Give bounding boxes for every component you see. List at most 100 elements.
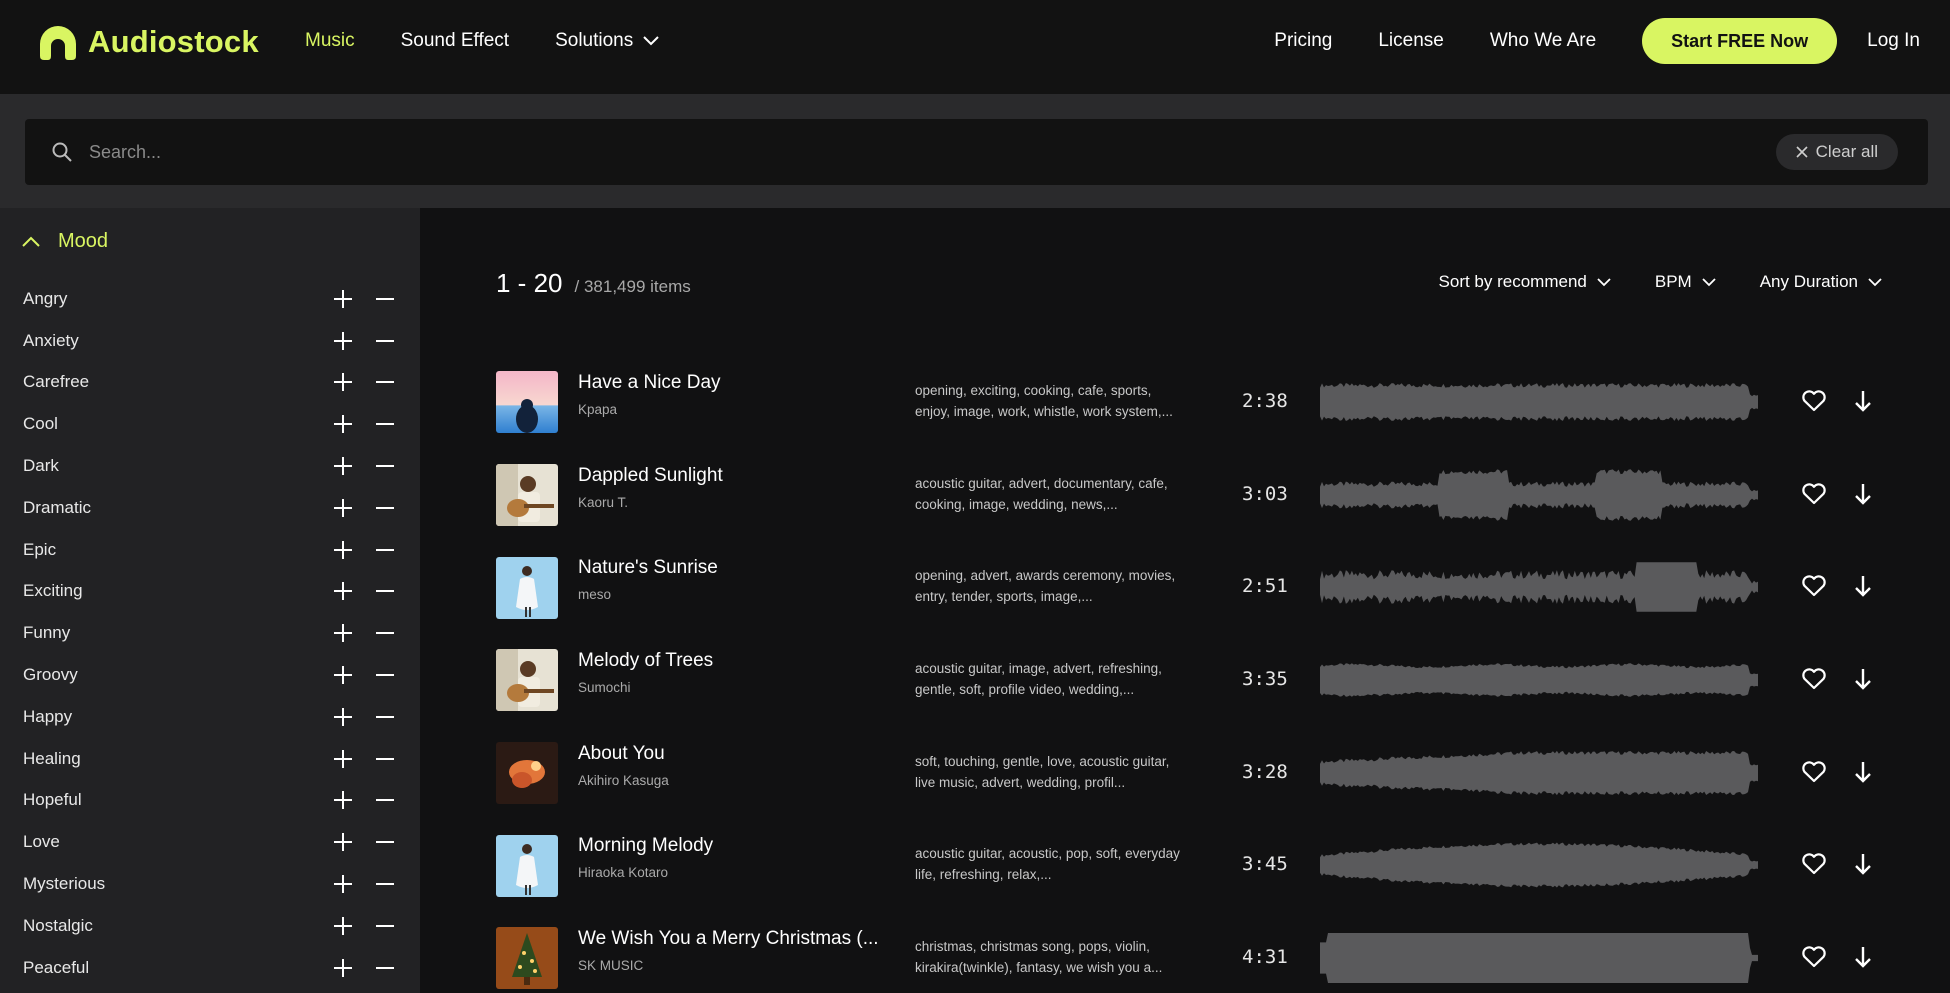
minus-icon[interactable] bbox=[375, 372, 395, 392]
track-thumbnail[interactable] bbox=[496, 742, 558, 805]
nav-pricing[interactable]: Pricing bbox=[1274, 30, 1332, 52]
brand-logo[interactable]: Audiostock bbox=[38, 22, 259, 62]
minus-icon[interactable] bbox=[375, 874, 395, 894]
clear-all-button[interactable]: Clear all bbox=[1775, 134, 1898, 170]
minus-icon[interactable] bbox=[375, 498, 395, 518]
track-title[interactable]: Nature's Sunrise bbox=[578, 557, 888, 579]
minus-icon[interactable] bbox=[375, 832, 395, 852]
plus-icon[interactable] bbox=[333, 456, 353, 476]
track-artist[interactable]: Kpapa bbox=[578, 402, 888, 417]
mood-actions bbox=[333, 331, 395, 351]
plus-icon[interactable] bbox=[333, 623, 353, 643]
track-duration: 3:35 bbox=[1242, 668, 1288, 691]
track-title[interactable]: We Wish You a Merry Christmas (... bbox=[578, 928, 888, 950]
heart-icon[interactable] bbox=[1801, 482, 1827, 506]
mood-section-toggle[interactable]: Mood bbox=[22, 230, 108, 253]
track-artist[interactable]: Sumochi bbox=[578, 680, 888, 695]
track-artist[interactable]: SK MUSIC bbox=[578, 958, 888, 973]
heart-icon[interactable] bbox=[1801, 574, 1827, 598]
track-title[interactable]: Melody of Trees bbox=[578, 650, 888, 672]
mood-item: Exciting bbox=[23, 571, 395, 613]
track-title[interactable]: Morning Melody bbox=[578, 835, 888, 857]
plus-icon[interactable] bbox=[333, 540, 353, 560]
search-input[interactable] bbox=[89, 141, 1776, 163]
waveform[interactable] bbox=[1320, 839, 1758, 891]
sort-dropdown[interactable]: Sort by recommend bbox=[1439, 272, 1611, 292]
mood-label: Funny bbox=[23, 623, 71, 643]
waveform[interactable] bbox=[1320, 747, 1758, 799]
track-artist[interactable]: Hiraoka Kotaro bbox=[578, 865, 888, 880]
download-icon[interactable] bbox=[1854, 575, 1872, 598]
minus-icon[interactable] bbox=[375, 289, 395, 309]
minus-icon[interactable] bbox=[375, 958, 395, 978]
plus-icon[interactable] bbox=[333, 916, 353, 936]
plus-icon[interactable] bbox=[333, 958, 353, 978]
track-thumbnail[interactable] bbox=[496, 834, 558, 897]
waveform[interactable] bbox=[1320, 468, 1758, 521]
track-title[interactable]: Dappled Sunlight bbox=[578, 465, 888, 487]
heart-icon[interactable] bbox=[1801, 389, 1827, 413]
plus-icon[interactable] bbox=[333, 790, 353, 810]
start-free-button[interactable]: Start FREE Now bbox=[1642, 18, 1838, 64]
minus-icon[interactable] bbox=[375, 414, 395, 434]
bpm-dropdown[interactable]: BPM bbox=[1655, 272, 1716, 292]
heart-icon[interactable] bbox=[1801, 852, 1827, 876]
track-title[interactable]: About You bbox=[578, 743, 888, 765]
download-icon[interactable] bbox=[1854, 853, 1872, 876]
track-tags: acoustic guitar, acoustic, pop, soft, ev… bbox=[915, 846, 1180, 883]
download-icon[interactable] bbox=[1854, 483, 1872, 505]
plus-icon[interactable] bbox=[333, 749, 353, 769]
plus-icon[interactable] bbox=[333, 832, 353, 852]
track-thumbnail[interactable] bbox=[496, 464, 558, 527]
track-thumbnail[interactable] bbox=[496, 371, 558, 434]
minus-icon[interactable] bbox=[375, 749, 395, 769]
minus-icon[interactable] bbox=[375, 581, 395, 601]
plus-icon[interactable] bbox=[333, 414, 353, 434]
track-duration: 3:45 bbox=[1242, 853, 1288, 876]
minus-icon[interactable] bbox=[375, 456, 395, 476]
waveform[interactable] bbox=[1320, 561, 1758, 613]
nav-solutions[interactable]: Solutions bbox=[555, 30, 659, 52]
plus-icon[interactable] bbox=[333, 331, 353, 351]
mood-actions bbox=[333, 749, 395, 769]
duration-dropdown[interactable]: Any Duration bbox=[1760, 272, 1882, 292]
nav-sound-effect[interactable]: Sound Effect bbox=[401, 30, 509, 52]
track-title[interactable]: Have a Nice Day bbox=[578, 372, 888, 394]
heart-icon[interactable] bbox=[1801, 667, 1827, 691]
track-artist[interactable]: Akihiro Kasuga bbox=[578, 773, 888, 788]
plus-icon[interactable] bbox=[333, 874, 353, 894]
nav-who-we-are[interactable]: Who We Are bbox=[1490, 30, 1596, 52]
login-link[interactable]: Log In bbox=[1867, 30, 1920, 52]
minus-icon[interactable] bbox=[375, 916, 395, 936]
nav-license[interactable]: License bbox=[1378, 30, 1444, 52]
track-artist[interactable]: meso bbox=[578, 587, 888, 602]
waveform[interactable] bbox=[1320, 654, 1758, 706]
track-thumbnail[interactable] bbox=[496, 649, 558, 712]
track-thumbnail[interactable] bbox=[496, 927, 558, 990]
minus-icon[interactable] bbox=[375, 707, 395, 727]
track-thumbnail[interactable] bbox=[496, 556, 558, 619]
heart-icon[interactable] bbox=[1801, 760, 1827, 784]
waveform[interactable] bbox=[1320, 932, 1758, 984]
track-artist[interactable]: Kaoru T. bbox=[578, 495, 888, 510]
plus-icon[interactable] bbox=[333, 372, 353, 392]
plus-icon[interactable] bbox=[333, 707, 353, 727]
minus-icon[interactable] bbox=[375, 331, 395, 351]
track-tags: christmas, christmas song, pops, violin,… bbox=[915, 939, 1163, 976]
minus-icon[interactable] bbox=[375, 540, 395, 560]
plus-icon[interactable] bbox=[333, 581, 353, 601]
waveform[interactable] bbox=[1320, 376, 1758, 428]
heart-icon[interactable] bbox=[1801, 945, 1827, 969]
download-icon[interactable] bbox=[1854, 761, 1872, 783]
download-icon[interactable] bbox=[1854, 668, 1872, 690]
download-icon[interactable] bbox=[1854, 946, 1872, 968]
plus-icon[interactable] bbox=[333, 665, 353, 685]
minus-icon[interactable] bbox=[375, 790, 395, 810]
minus-icon[interactable] bbox=[375, 665, 395, 685]
minus-icon[interactable] bbox=[375, 623, 395, 643]
track-duration: 2:51 bbox=[1242, 575, 1288, 598]
nav-music[interactable]: Music bbox=[305, 30, 355, 52]
download-icon[interactable] bbox=[1854, 390, 1872, 412]
plus-icon[interactable] bbox=[333, 289, 353, 309]
plus-icon[interactable] bbox=[333, 498, 353, 518]
